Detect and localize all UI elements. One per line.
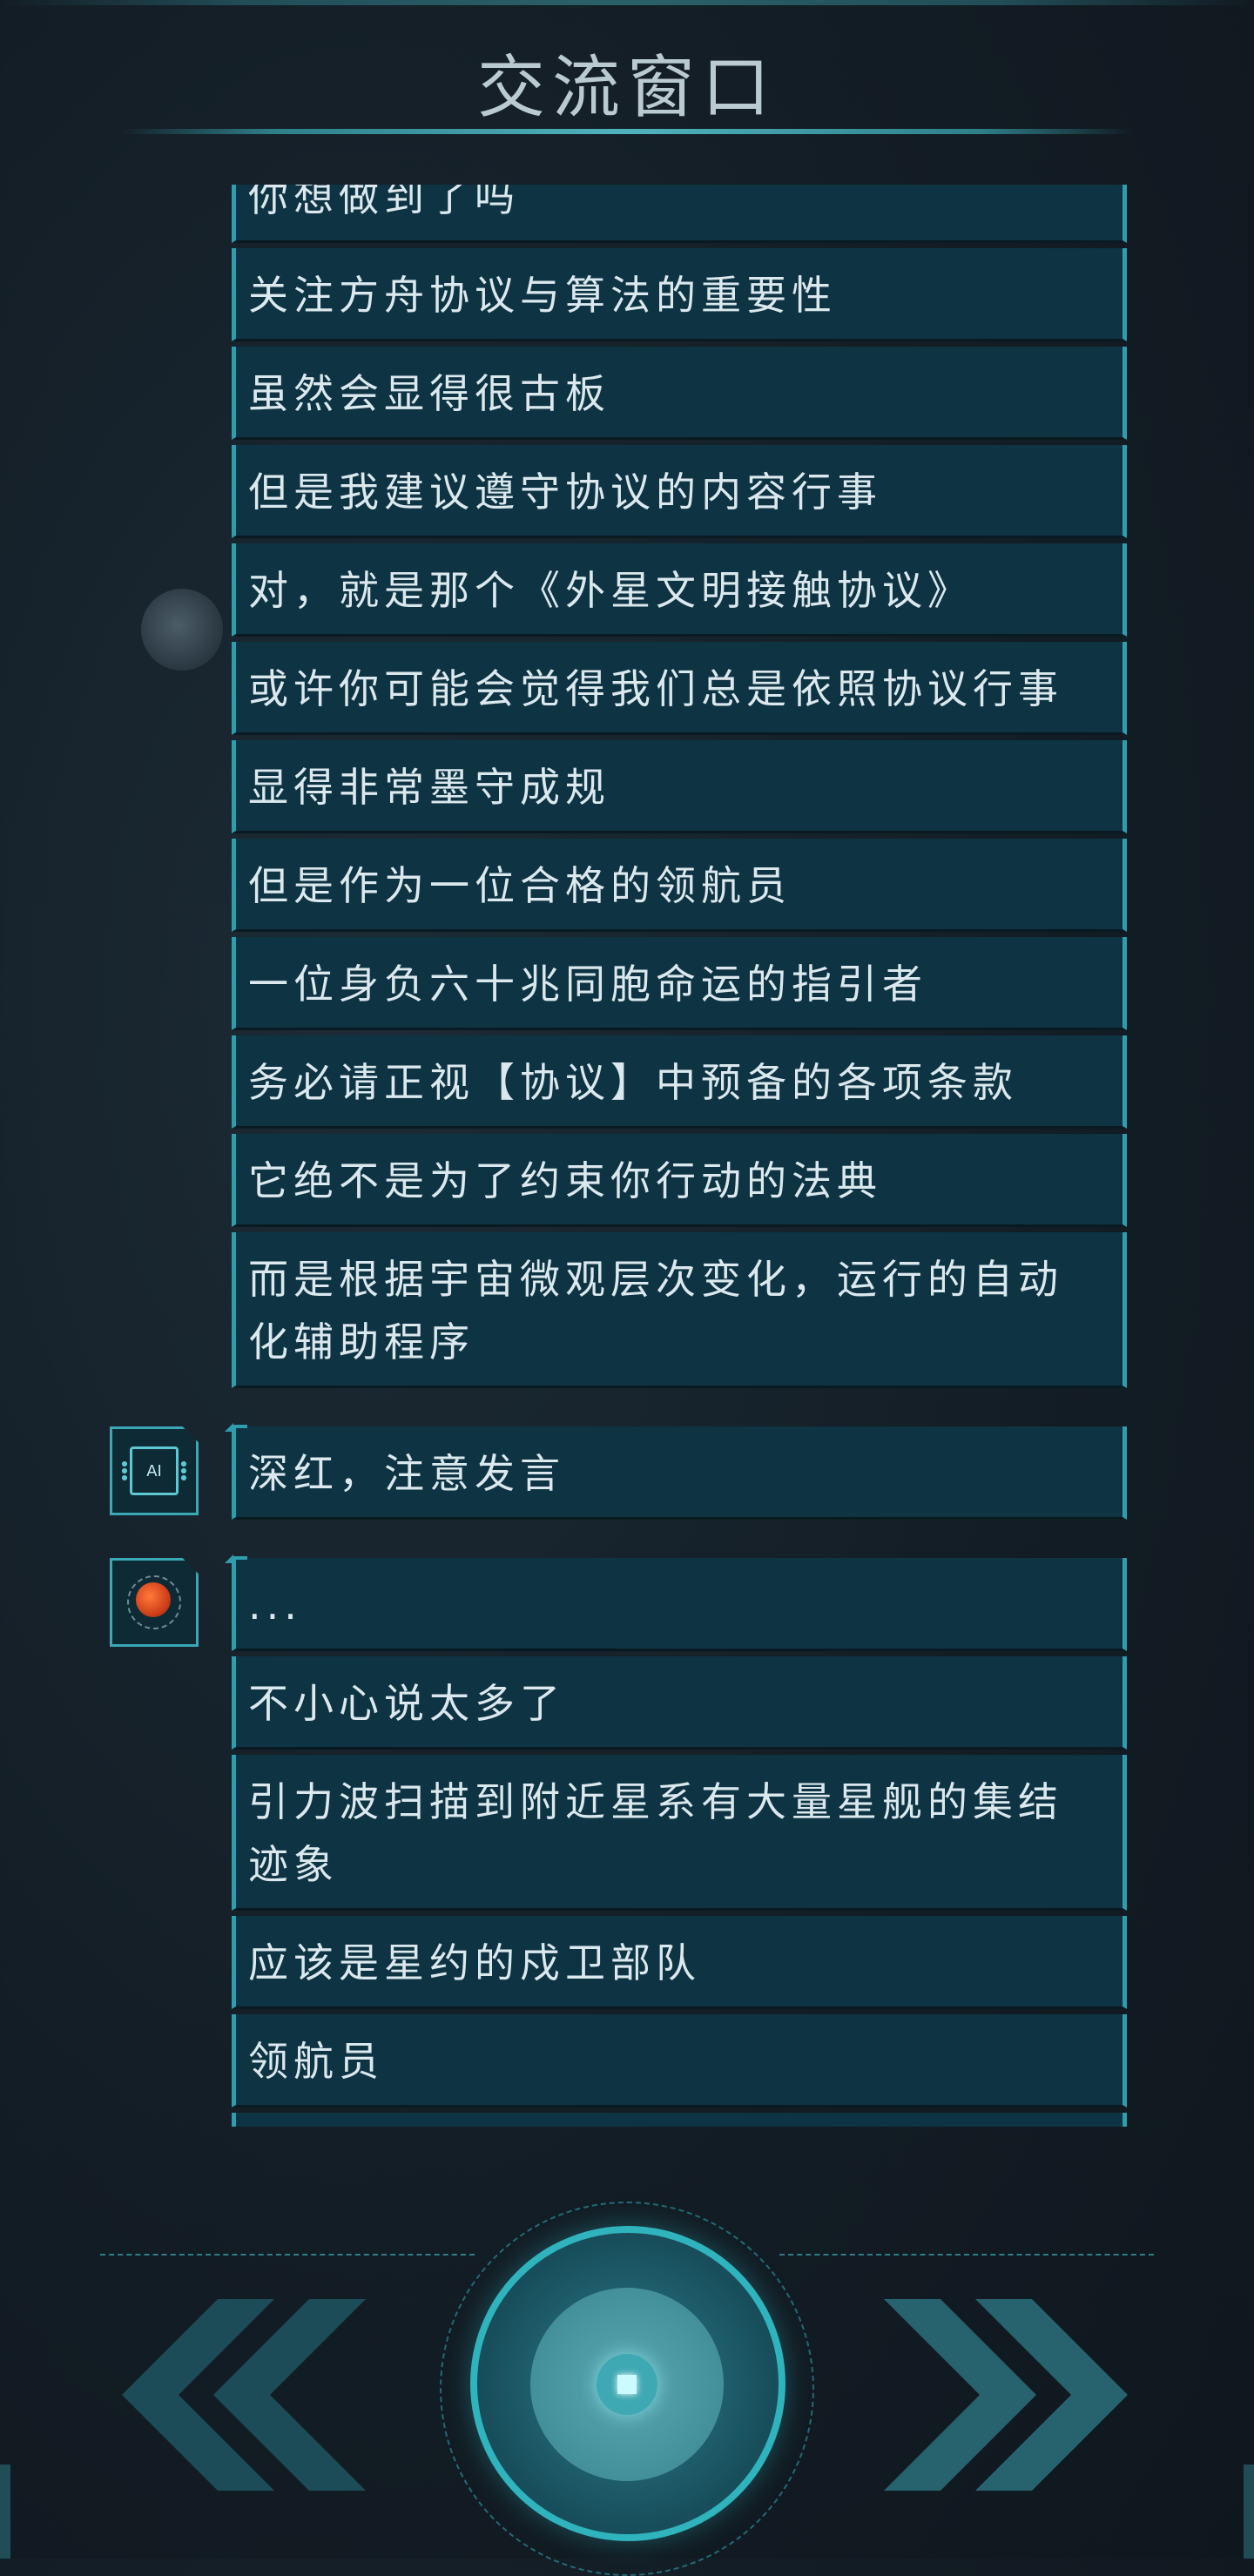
chat-bubble: 虽然会显得很古板 [232,347,1127,440]
chat-bubble: 但是作为一位合格的领航员 [232,839,1127,932]
message-list: 你想做到了吗 关注方舟协议与算法的重要性 虽然会显得很古板 但是我建议遵守协议的内容行… [232,185,1127,1388]
chat-bubble: 显得非常墨守成规 [232,740,1127,833]
right-frame-edge [1244,2465,1254,2559]
message-list: ... 不小心说太多了 引力波扫描到附近星系有大量星舰的集结迹象 应该是星约的戍卫部队… [225,1554,1127,2127]
chat-bubble: 或许你可能会觉得我们总是依照协议行事 [232,642,1127,735]
left-frame-edge [0,2465,10,2559]
right-dashed-line [779,2254,1154,2256]
chat-bubble: 引力波扫描到附近星系有大量星舰的集结迹象 [232,1755,1127,1911]
center-action-button[interactable] [440,2202,814,2576]
top-frame-edge [0,0,1254,5]
ai-chip-label: AI [146,1461,162,1480]
chat-bubble: 对，就是那个《外星文明接触协议》 [232,543,1127,637]
message-group-robot: ... 不小心说太多了 引力波扫描到附近星系有大量星舰的集结迹象 应该是星约的戍卫部队… [0,1554,1254,2127]
chat-bubble: 不小心说太多了 [232,1656,1127,1750]
window-title: 交流窗口 [476,49,777,127]
chat-bubble: 深红，注意发言 [225,1423,1127,1520]
chat-bubble: 关注方舟协议与算法的重要性 [232,248,1127,341]
title-divider [122,129,1132,134]
chat-bubble: 应该是星约的戍卫部队 [232,1916,1127,2009]
chat-bubble: 但是我建议遵守协议的内容行事 [232,445,1127,538]
double-chevron-right-icon [884,2299,1128,2491]
message-group-ai: AI 深红，注意发言 [0,1423,1254,1520]
message-list: 深红，注意发言 [225,1423,1127,1520]
chat-bubble: 领航员 [232,2014,1127,2107]
ai-avatar[interactable]: AI [110,1426,199,1515]
brain-circuit-icon [127,1575,181,1629]
robot-avatar[interactable] [110,1558,199,1647]
control-panel [0,2177,1254,2576]
chat-bubble: 它绝不是为了约束你行动的法典 [232,1134,1127,1227]
next-button[interactable] [884,2299,1136,2491]
chat-scroll-content: 你想做到了吗 关注方舟协议与算法的重要性 虽然会显得很古板 但是我建议遵守协议的内容行… [0,185,1254,2127]
ai-chip-icon: AI [130,1446,179,1495]
message-group-robot: 你想做到了吗 关注方舟协议与算法的重要性 虽然会显得很古板 但是我建议遵守协议的内容行… [0,185,1254,1388]
previous-button[interactable] [113,2299,366,2491]
left-dashed-line [100,2254,475,2256]
power-core-icon [597,2354,657,2415]
double-chevron-left-icon [122,2299,366,2491]
chat-bubble: 务必请正视【协议】中预备的各项条款 [232,1035,1127,1129]
chat-log[interactable]: 你想做到了吗 关注方舟协议与算法的重要性 虽然会显得很古板 但是我建议遵守协议的内容行… [0,185,1254,2127]
chat-bubble: 一位身负六十兆同胞命运的指引者 [232,937,1127,1030]
chat-bubble: 而是根据宇宙微观层次变化，运行的自动化辅助程序 [232,1232,1127,1388]
chat-bubble: ... [225,1554,1127,1651]
chat-bubble: 你想做到了吗 [232,185,1127,243]
chat-bubble: 我们要抓紧时间了 [232,2113,1127,2127]
